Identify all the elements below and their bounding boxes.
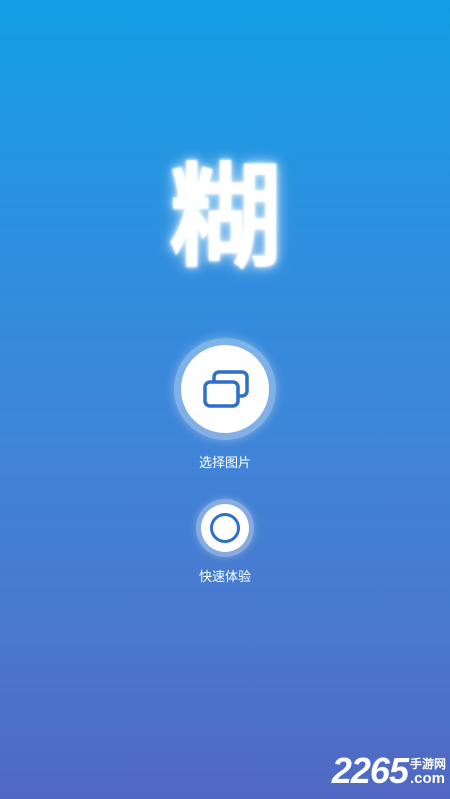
watermark-site-name: 手游网 <box>409 757 446 771</box>
select-image-label[interactable]: 选择图片 <box>0 452 450 471</box>
watermark-side: 手游网 .com <box>410 757 446 786</box>
select-image-button[interactable] <box>174 338 276 440</box>
gallery-stack-icon <box>203 370 249 408</box>
app-screen: 糊 选择图片 快速体验 2265 手游网 .com <box>0 0 450 799</box>
quick-experience-label[interactable]: 快速体验 <box>0 566 450 585</box>
watermark-digits: 2265 <box>331 750 409 791</box>
site-watermark: 2265 手游网 .com <box>332 751 446 789</box>
ring-icon <box>210 513 240 543</box>
quick-experience-button[interactable] <box>196 499 254 557</box>
select-image-button-face[interactable] <box>181 345 269 433</box>
watermark-domain-suffix: .com <box>409 770 445 787</box>
quick-experience-button-face[interactable] <box>201 504 249 552</box>
app-logo: 糊 <box>169 153 281 283</box>
